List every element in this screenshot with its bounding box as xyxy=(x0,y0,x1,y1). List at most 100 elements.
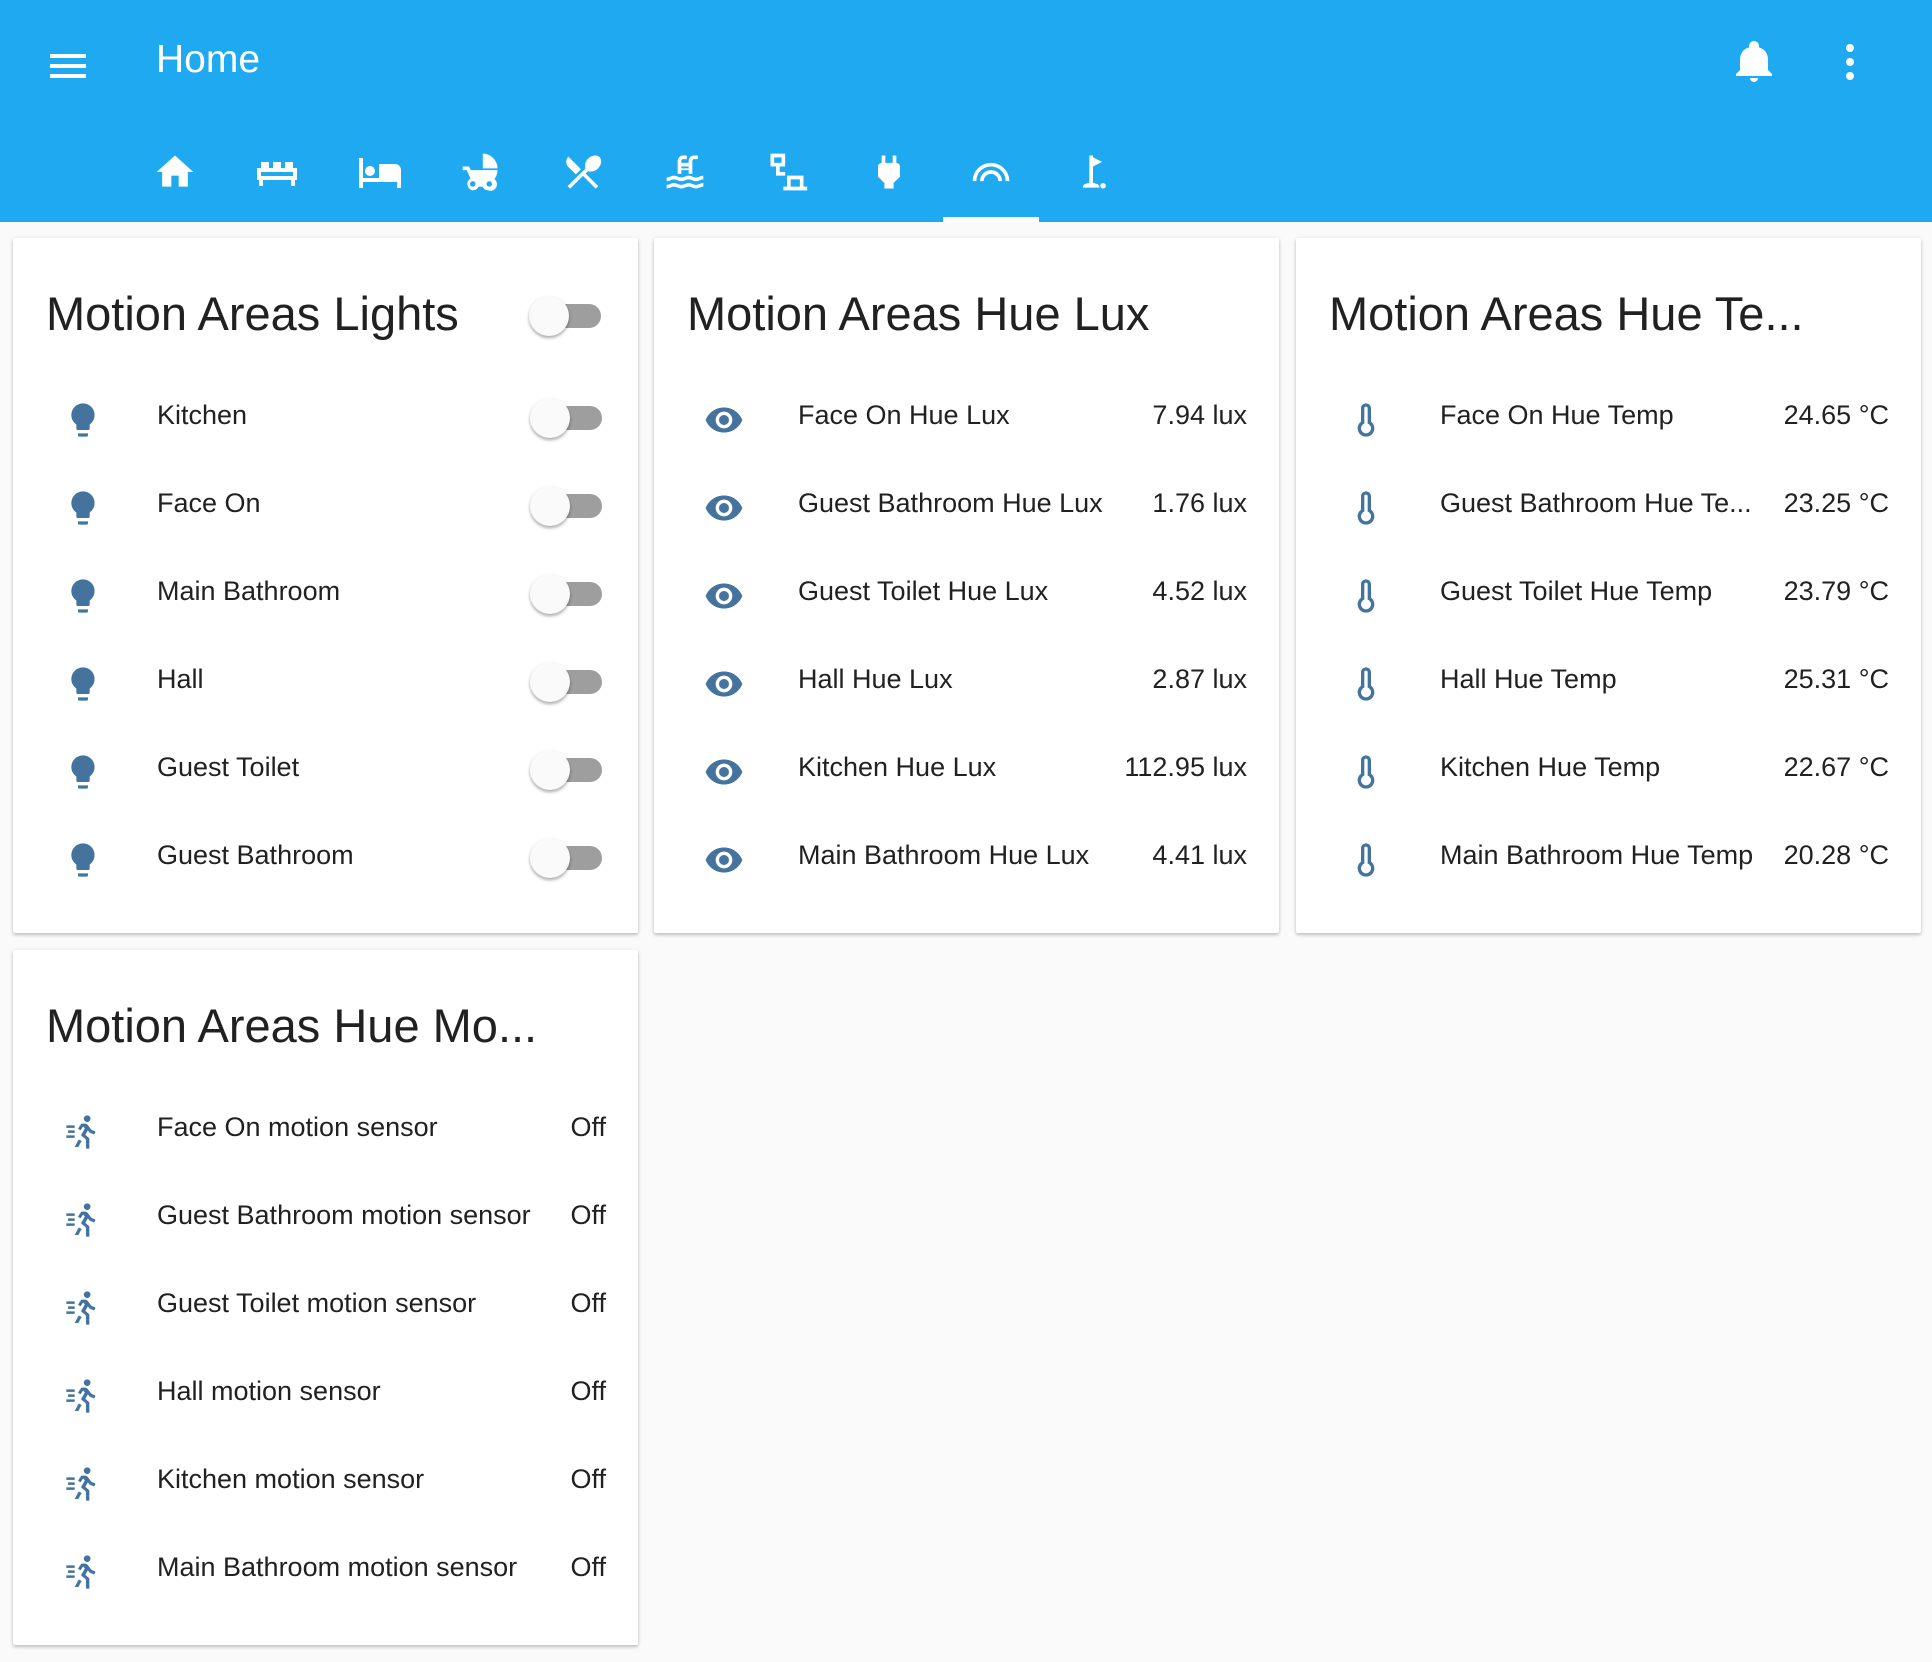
entity-value: Off xyxy=(570,1112,606,1142)
entity-value: 20.28 °C xyxy=(1783,840,1889,870)
motion-areas-icon xyxy=(972,162,1010,182)
thermometer-icon xyxy=(1357,843,1375,877)
entity-name: Face On xyxy=(157,488,261,518)
lux-row[interactable]: Hall Hue Lux 2.87 lux xyxy=(654,638,1279,726)
lux-row[interactable]: Guest Toilet Hue Lux 4.52 lux xyxy=(654,550,1279,638)
tab-golf[interactable] xyxy=(1045,130,1141,222)
lux-row[interactable]: Main Bathroom Hue Lux 4.41 lux xyxy=(654,814,1279,902)
eye-icon xyxy=(705,759,743,785)
entity-name: Main Bathroom motion sensor xyxy=(157,1552,518,1582)
light-toggle[interactable] xyxy=(530,486,608,526)
temp-row[interactable]: Main Bathroom Hue Temp 20.28 °C xyxy=(1296,814,1921,902)
power-plug-icon xyxy=(878,155,900,189)
entity-name: Face On Hue Temp xyxy=(1440,400,1674,430)
light-row-hall: Hall xyxy=(13,638,638,726)
entity-value: 4.52 lux xyxy=(1152,576,1247,606)
menu-icon xyxy=(50,54,86,78)
temp-row[interactable]: Face On Hue Temp 24.65 °C xyxy=(1296,374,1921,462)
home-icon xyxy=(156,155,194,187)
entity-name: Kitchen motion sensor xyxy=(157,1464,425,1494)
entity-name: Guest Toilet motion sensor xyxy=(157,1288,477,1318)
light-row-face-on: Face On xyxy=(13,462,638,550)
sofa-icon xyxy=(257,162,297,186)
entity-name: Kitchen Hue Temp xyxy=(1440,752,1661,782)
motion-sensor-icon xyxy=(66,1555,96,1589)
thermometer-icon xyxy=(1357,491,1375,525)
notifications-button[interactable] xyxy=(1730,38,1778,86)
page-title: Home xyxy=(156,38,261,81)
entity-value: Off xyxy=(570,1376,606,1406)
light-row-guest-bathroom: Guest Bathroom xyxy=(13,814,638,902)
network-icon xyxy=(770,153,808,191)
light-toggle[interactable] xyxy=(530,398,608,438)
card-title: Motion Areas Lights xyxy=(46,287,459,340)
entity-value: Off xyxy=(570,1552,606,1582)
light-toggle[interactable] xyxy=(530,574,608,614)
master-toggle[interactable] xyxy=(529,296,607,336)
lightbulb-icon xyxy=(71,403,95,437)
motion-row[interactable]: Face On motion sensor Off xyxy=(13,1086,638,1174)
entity-name: Guest Bathroom Hue Te... xyxy=(1440,488,1752,518)
entity-value: 23.79 °C xyxy=(1783,576,1889,606)
bell-icon xyxy=(1736,41,1772,82)
lights-card: Motion Areas Lights Kitchen Face On Main… xyxy=(13,238,638,933)
entity-name: Main Bathroom Hue Lux xyxy=(798,840,1090,870)
light-toggle[interactable] xyxy=(530,838,608,878)
tab-pool[interactable] xyxy=(637,130,733,222)
entity-name: Face On motion sensor xyxy=(157,1112,438,1142)
app-toolbar: Home xyxy=(0,0,1932,222)
light-row-main-bathroom: Main Bathroom xyxy=(13,550,638,638)
temp-row[interactable]: Guest Toilet Hue Temp 23.79 °C xyxy=(1296,550,1921,638)
menu-button[interactable] xyxy=(44,42,92,90)
motion-sensor-icon xyxy=(66,1203,96,1237)
thermometer-icon xyxy=(1357,667,1375,701)
motion-row[interactable]: Guest Bathroom motion sensor Off xyxy=(13,1174,638,1262)
tab-network[interactable] xyxy=(739,130,835,222)
motion-row[interactable]: Main Bathroom motion sensor Off xyxy=(13,1526,638,1614)
eye-icon xyxy=(705,407,743,433)
card-title: Motion Areas Hue Lux xyxy=(687,287,1150,340)
tab-living-room[interactable] xyxy=(229,130,325,222)
motion-sensor-icon xyxy=(66,1379,96,1413)
temp-row[interactable]: Kitchen Hue Temp 22.67 °C xyxy=(1296,726,1921,814)
lux-row[interactable]: Face On Hue Lux 7.94 lux xyxy=(654,374,1279,462)
motion-row[interactable]: Guest Toilet motion sensor Off xyxy=(13,1262,638,1350)
entity-name: Hall Hue Temp xyxy=(1440,664,1617,694)
eye-icon xyxy=(705,671,743,697)
entity-name: Guest Bathroom xyxy=(157,840,354,870)
tab-home[interactable] xyxy=(127,130,223,222)
motion-sensor-icon xyxy=(66,1467,96,1501)
lux-row[interactable]: Guest Bathroom Hue Lux 1.76 lux xyxy=(654,462,1279,550)
temp-row[interactable]: Hall Hue Temp 25.31 °C xyxy=(1296,638,1921,726)
motion-row[interactable]: Hall motion sensor Off xyxy=(13,1350,638,1438)
light-toggle[interactable] xyxy=(530,750,608,790)
tab-plugs[interactable] xyxy=(841,130,937,222)
temp-row[interactable]: Guest Bathroom Hue Te... 23.25 °C xyxy=(1296,462,1921,550)
entity-name: Guest Toilet Hue Temp xyxy=(1440,576,1713,606)
motion-sensor-icon xyxy=(66,1291,96,1325)
entity-value: 22.67 °C xyxy=(1783,752,1889,782)
entity-name: Kitchen Hue Lux xyxy=(798,752,997,782)
entity-value: Off xyxy=(570,1464,606,1494)
lightbulb-icon xyxy=(71,843,95,877)
entity-value: 2.87 lux xyxy=(1152,664,1247,694)
bed-icon xyxy=(359,158,401,188)
pool-icon xyxy=(666,155,704,189)
entity-name: Main Bathroom Hue Temp xyxy=(1440,840,1754,870)
tab-nursery[interactable] xyxy=(433,130,529,222)
lux-card: Motion Areas Hue Lux Face On Hue Lux 7.9… xyxy=(654,238,1279,933)
tab-kitchen[interactable] xyxy=(535,130,631,222)
more-options-button[interactable] xyxy=(1826,38,1874,86)
temperature-list: Face On Hue Temp 24.65 °C Guest Bathroom… xyxy=(1296,374,1921,902)
eye-icon xyxy=(705,847,743,873)
entity-name: Face On Hue Lux xyxy=(798,400,1010,430)
eye-icon xyxy=(705,583,743,609)
temperature-card: Motion Areas Hue Te... Face On Hue Temp … xyxy=(1296,238,1921,933)
baby-carriage-icon xyxy=(462,153,498,191)
card-title: Motion Areas Hue Te... xyxy=(1329,287,1804,340)
lux-row[interactable]: Kitchen Hue Lux 112.95 lux xyxy=(654,726,1279,814)
tab-motion-areas[interactable] xyxy=(943,130,1039,222)
light-toggle[interactable] xyxy=(530,662,608,702)
motion-row[interactable]: Kitchen motion sensor Off xyxy=(13,1438,638,1526)
tab-bedroom[interactable] xyxy=(331,130,427,222)
